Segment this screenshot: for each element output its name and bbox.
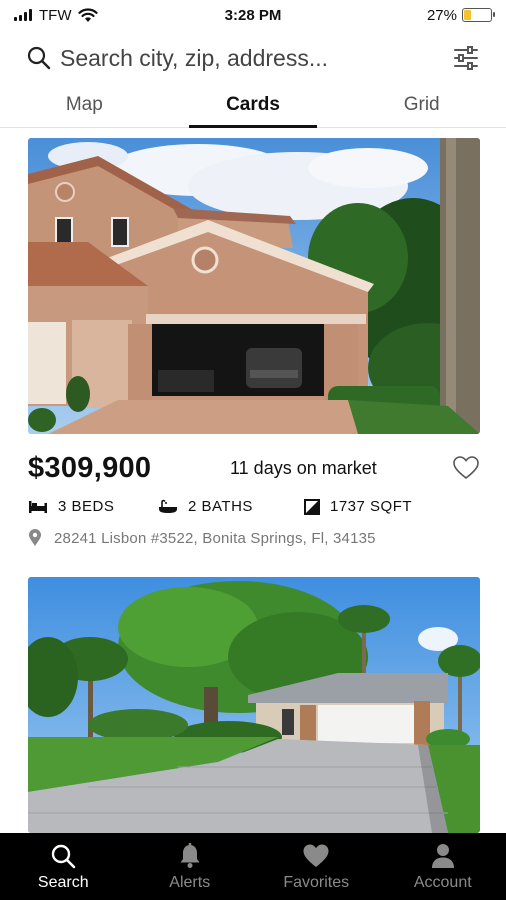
search-bar: [0, 36, 506, 80]
battery-percent: 27%: [426, 6, 457, 24]
listing-card[interactable]: $309,900 11 days on market 3 BEDS 2 BATH…: [28, 138, 480, 547]
listing-card[interactable]: [28, 577, 480, 833]
listing-photo[interactable]: [28, 138, 480, 434]
filter-sliders-icon[interactable]: [452, 44, 480, 72]
heart-icon: [303, 844, 329, 867]
listing-address: 28241 Lisbon #3522, Bonita Springs, Fl, …: [54, 529, 376, 547]
price-row: $309,900 11 days on market: [28, 452, 480, 484]
listing-price: $309,900: [28, 451, 152, 484]
bottom-nav: Search Alerts Favorites Account: [0, 833, 506, 900]
status-time: 3:28 PM: [224, 6, 282, 24]
view-tabs: Map Cards Grid: [0, 86, 506, 128]
area-icon: [304, 498, 320, 515]
nav-favorites[interactable]: Favorites: [253, 833, 380, 900]
tab-map[interactable]: Map: [0, 86, 169, 127]
search-icon: [52, 844, 76, 868]
sqft-label: 1737 SQFT: [330, 498, 413, 515]
days-on-market: 11 days on market: [230, 457, 377, 478]
battery-fill: [464, 10, 472, 20]
carrier-label: TFW: [39, 6, 72, 24]
beds-label: 3 BEDS: [58, 498, 115, 515]
person-icon: [431, 843, 454, 868]
listing-facts: 3 BEDS 2 BATHS 1737 SQFT: [28, 498, 480, 515]
baths-label: 2 BATHS: [188, 498, 253, 515]
favorite-heart-icon[interactable]: [452, 454, 480, 482]
nav-account[interactable]: Account: [380, 833, 506, 900]
beds-fact: 3 BEDS: [28, 498, 158, 515]
nav-search-label: Search: [37, 873, 89, 891]
sqft-fact: 1737 SQFT: [304, 498, 412, 515]
tab-grid[interactable]: Grid: [337, 86, 506, 127]
listing-photo[interactable]: [28, 577, 480, 833]
baths-fact: 2 BATHS: [158, 498, 304, 515]
bed-icon: [29, 500, 47, 513]
nav-favorites-label: Favorites: [283, 873, 350, 891]
search-icon: [27, 46, 51, 70]
tab-cards[interactable]: Cards: [169, 86, 338, 128]
location-pin-icon: [29, 529, 41, 546]
address-row: 28241 Lisbon #3522, Bonita Springs, Fl, …: [28, 529, 480, 547]
nav-alerts-label: Alerts: [169, 873, 211, 891]
status-left: TFW: [14, 7, 184, 24]
wifi-icon: [78, 7, 99, 22]
nav-alerts[interactable]: Alerts: [127, 833, 254, 900]
status-right: 27%: [322, 6, 495, 24]
battery-icon: [462, 8, 495, 22]
status-bar: TFW 3:28 PM 27%: [0, 0, 506, 30]
bathtub-icon: [159, 499, 177, 513]
nav-search[interactable]: Search: [0, 833, 127, 900]
nav-account-label: Account: [413, 873, 472, 891]
search-input[interactable]: [60, 44, 452, 72]
bell-icon: [180, 842, 200, 868]
signal-icon: [14, 9, 32, 21]
